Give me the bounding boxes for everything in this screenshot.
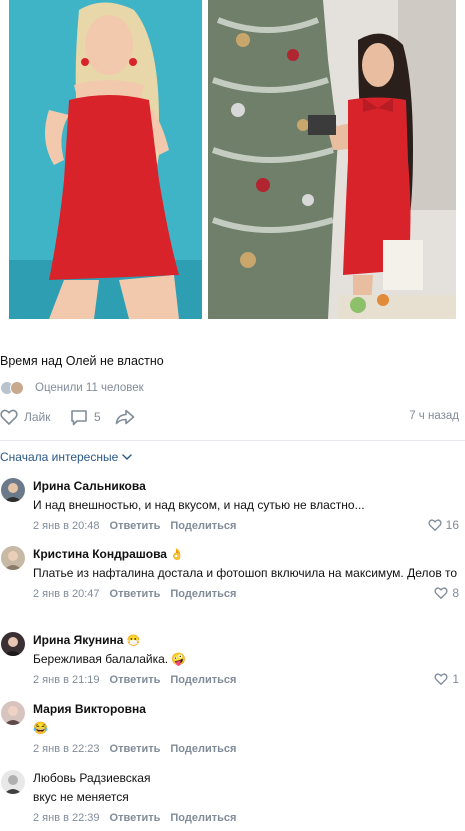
comment-date[interactable]: 2 янв в 20:47 bbox=[33, 588, 100, 600]
comment-author[interactable]: Любовь Радзиевская bbox=[33, 771, 459, 786]
avatar[interactable] bbox=[1, 546, 25, 570]
photo-woman-red-dress-1 bbox=[9, 0, 202, 319]
like-label: Лайк bbox=[24, 410, 51, 424]
reply-button[interactable]: Ответить bbox=[110, 743, 161, 755]
comment-author[interactable]: Мария Викторовна bbox=[33, 702, 459, 717]
comment-author[interactable]: Ирина Сальникова bbox=[33, 479, 459, 494]
comment-like-button[interactable]: 16 bbox=[428, 518, 459, 532]
post-time[interactable]: 7 ч назад bbox=[409, 410, 459, 422]
avatar-image bbox=[1, 478, 25, 502]
post-photos bbox=[0, 0, 465, 321]
divider bbox=[0, 440, 465, 441]
comment-meta: 2 янв в 21:19 Ответить Поделиться 1 bbox=[33, 672, 459, 687]
comment-author[interactable]: Ирина Якунина 😷 bbox=[33, 633, 459, 648]
reply-button[interactable]: Ответить bbox=[110, 812, 161, 824]
chevron-down-icon bbox=[122, 454, 132, 460]
share-button[interactable] bbox=[115, 407, 135, 427]
avatar[interactable] bbox=[1, 632, 25, 656]
comment-likes-count: 1 bbox=[452, 672, 459, 686]
post-photo-2[interactable] bbox=[208, 0, 456, 319]
avatar-image bbox=[1, 632, 25, 656]
comment-meta: 2 янв в 20:48 Ответить Поделиться 16 bbox=[33, 518, 459, 533]
comment-text: 😂 bbox=[33, 721, 48, 735]
share-comment-button[interactable]: Поделиться bbox=[170, 743, 236, 755]
photo-woman-red-dress-2 bbox=[208, 0, 456, 319]
comments-count: 5 bbox=[94, 410, 101, 424]
share-comment-button[interactable]: Поделиться bbox=[170, 588, 236, 600]
comment-author[interactable]: Кристина Кондрашова 👌 bbox=[33, 547, 459, 562]
author-name[interactable]: Ирина Якунина bbox=[33, 633, 123, 647]
share-icon bbox=[115, 409, 135, 425]
comment-date[interactable]: 2 янв в 22:23 bbox=[33, 743, 100, 755]
liker-avatars bbox=[0, 380, 30, 396]
avatar[interactable] bbox=[1, 701, 25, 725]
comment-date[interactable]: 2 янв в 20:48 bbox=[33, 520, 100, 532]
reply-button[interactable]: Ответить bbox=[110, 674, 161, 686]
comments-sort-dropdown[interactable]: Сначала интересные bbox=[0, 450, 132, 464]
comment-text: вкус не меняется bbox=[33, 790, 129, 804]
author-name[interactable]: Любовь Радзиевская bbox=[33, 771, 150, 785]
post-photo-1[interactable] bbox=[9, 0, 202, 319]
reply-button[interactable]: Ответить bbox=[110, 588, 161, 600]
comment-likes-count: 16 bbox=[445, 518, 459, 532]
avatar-image bbox=[1, 701, 25, 725]
avatar[interactable] bbox=[1, 770, 25, 794]
liker-avatar bbox=[10, 381, 24, 395]
comment-button[interactable]: 5 bbox=[70, 407, 101, 427]
heart-icon bbox=[0, 409, 18, 425]
comment-text: Платье из нафталина достала и фотошоп вк… bbox=[33, 566, 458, 580]
post-text: Время над Олей не властно bbox=[0, 354, 164, 368]
comment-text: Бережливая балалайка. 🤪 bbox=[33, 652, 187, 666]
avatar[interactable] bbox=[1, 478, 25, 502]
share-comment-button[interactable]: Поделиться bbox=[170, 812, 236, 824]
share-comment-button[interactable]: Поделиться bbox=[170, 674, 236, 686]
heart-icon bbox=[434, 673, 448, 685]
heart-icon bbox=[428, 519, 442, 531]
author-emoji: 👌 bbox=[169, 549, 184, 561]
comment-text: И над внешностью, и над вкусом, и над су… bbox=[33, 498, 365, 512]
comment-likes-count: 8 bbox=[452, 586, 459, 600]
author-name[interactable]: Мария Викторовна bbox=[33, 702, 146, 716]
comment-like-button[interactable]: 8 bbox=[434, 586, 459, 600]
comment-date[interactable]: 2 янв в 22:39 bbox=[33, 812, 100, 824]
share-comment-button[interactable]: Поделиться bbox=[170, 520, 236, 532]
avatar-image bbox=[1, 770, 25, 794]
avatar-image bbox=[1, 546, 25, 570]
post-actions: Лайк 5 7 ч назад bbox=[0, 407, 465, 427]
comment-meta: 2 янв в 22:23 Ответить Поделиться bbox=[33, 741, 459, 756]
comment-like-button[interactable]: 1 bbox=[434, 672, 459, 686]
like-button[interactable]: Лайк bbox=[0, 407, 51, 427]
author-name[interactable]: Кристина Кондрашова bbox=[33, 547, 167, 561]
comment-meta: 2 янв в 20:47 Ответить Поделиться 8 bbox=[33, 586, 459, 601]
sort-label: Сначала интересные bbox=[0, 450, 119, 464]
author-emoji: 😷 bbox=[126, 635, 141, 647]
author-name[interactable]: Ирина Сальникова bbox=[33, 479, 146, 493]
likers-row[interactable]: Оценили 11 человек bbox=[0, 380, 144, 396]
comment-icon bbox=[71, 409, 87, 425]
likers-count-text[interactable]: Оценили 11 человек bbox=[35, 382, 144, 394]
comment-date[interactable]: 2 янв в 21:19 bbox=[33, 674, 100, 686]
comment-meta: 2 янв в 22:39 Ответить Поделиться bbox=[33, 810, 459, 825]
heart-icon bbox=[434, 587, 448, 599]
reply-button[interactable]: Ответить bbox=[110, 520, 161, 532]
